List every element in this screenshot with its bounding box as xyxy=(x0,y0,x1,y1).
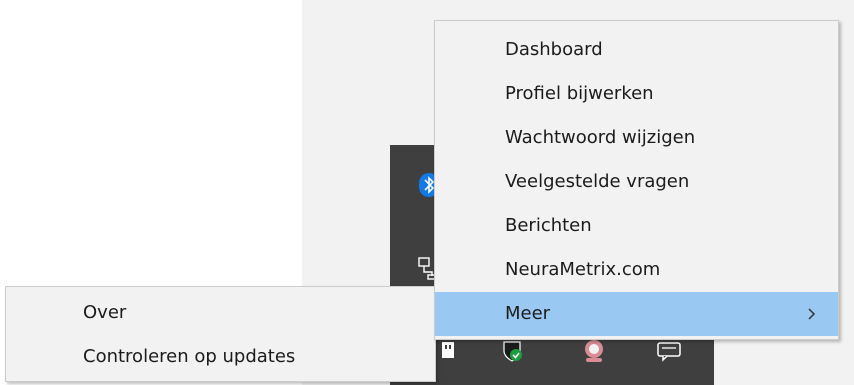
app-icon[interactable] xyxy=(582,338,606,364)
menu-item-website[interactable]: NeuraMetrix.com xyxy=(435,248,838,292)
context-menu: Dashboard Profiel bijwerken Wachtwoord w… xyxy=(434,20,839,340)
menu-item-change-password[interactable]: Wachtwoord wijzigen xyxy=(435,116,838,160)
usb-icon[interactable] xyxy=(440,340,456,360)
menu-item-label: Berichten xyxy=(505,215,592,236)
menu-item-messages[interactable]: Berichten xyxy=(435,204,838,248)
chat-icon[interactable] xyxy=(656,339,684,363)
windows-defender-icon[interactable] xyxy=(500,339,524,363)
menu-item-label: Controleren op updates xyxy=(83,346,296,367)
menu-item-more[interactable]: Meer xyxy=(435,292,838,336)
chevron-right-icon xyxy=(806,292,818,336)
menu-item-check-updates[interactable]: Controleren op updates xyxy=(6,335,435,379)
submenu-more: Over Controleren op updates xyxy=(5,286,436,382)
menu-item-update-profile[interactable]: Profiel bijwerken xyxy=(435,72,838,116)
menu-item-label: Over xyxy=(83,302,127,323)
menu-item-label: Dashboard xyxy=(505,39,603,60)
menu-item-label: Meer xyxy=(505,303,551,324)
menu-item-over[interactable]: Over xyxy=(6,291,435,335)
menu-item-dashboard[interactable]: Dashboard xyxy=(435,28,838,72)
menu-item-label: Veelgestelde vragen xyxy=(505,171,690,192)
menu-item-label: Profiel bijwerken xyxy=(505,83,654,104)
menu-item-faq[interactable]: Veelgestelde vragen xyxy=(435,160,838,204)
menu-item-label: Wachtwoord wijzigen xyxy=(505,127,696,148)
menu-item-label: NeuraMetrix.com xyxy=(505,259,661,280)
